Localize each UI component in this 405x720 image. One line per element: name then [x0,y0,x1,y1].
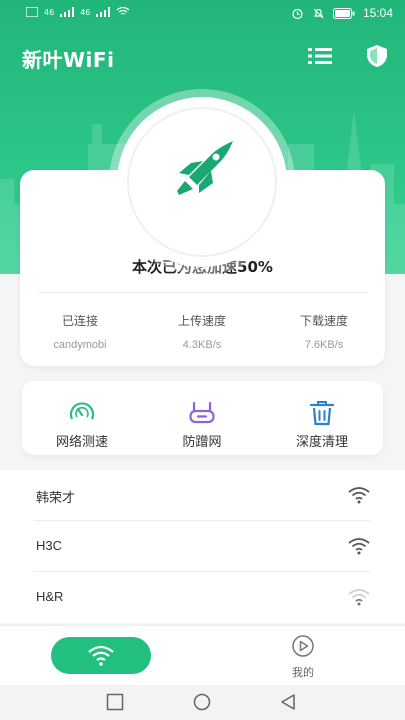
stat-connected: 已连接 candymobi [20,312,140,351]
tool-label: 网络测速 [55,435,108,450]
app-title: 新叶WiFi [22,48,115,72]
shield-icon[interactable] [364,43,390,69]
system-navigation-bar [0,685,405,720]
tool-label: 深度清理 [295,435,348,450]
tool-label: 防蹭网 [182,435,222,450]
tools-card: 网络测速 防蹭网 深度清理 [22,381,383,455]
card-divider [38,292,367,293]
stat-label: 上传速度 [177,314,226,328]
tab-wifi[interactable] [51,637,151,674]
signal-bars-icon [60,7,75,17]
boost-button[interactable] [117,97,287,267]
stat-value: 7.6KB/s [304,339,344,351]
home-icon[interactable] [192,693,212,711]
wifi-network-list: 韩荣才 H3C H&R [0,470,405,623]
tool-anti-leech[interactable]: 防蹭网 [142,381,262,455]
wifi-signal-strong-icon [348,487,370,504]
stat-label: 已连接 [61,314,98,328]
signal-label-1: 46 [44,7,55,17]
battery-icon [332,7,355,19]
speedometer-icon [69,402,95,420]
hd-icon [26,7,38,17]
router-icon [189,401,215,424]
signal-bars-icon [96,7,111,17]
wifi-signal-weak-icon [348,589,370,606]
bottom-navigation: 我的 [0,625,405,685]
status-bar: 46 46 15:04 [0,0,405,28]
stat-value: 4.3KB/s [182,339,222,351]
trash-icon [309,401,335,426]
signal-label-2: 46 [80,7,91,17]
tab-mine[interactable]: 我的 [273,632,333,682]
stat-label: 下载速度 [299,314,348,328]
clock: 15:04 [362,6,393,20]
signal-indicators: 46 46 [26,7,130,17]
alarm-icon [292,8,303,19]
tool-speed-test[interactable]: 网络测速 [22,381,142,455]
wifi-network-name: 韩荣才 [36,490,76,505]
recent-apps-icon[interactable] [105,693,125,711]
stat-download-speed: 下载速度 7.6KB/s [264,312,384,351]
stat-upload-speed: 上传速度 4.3KB/s [142,312,262,351]
wifi-icon [88,645,114,666]
wifi-status-icon [116,7,130,15]
tool-deep-clean[interactable]: 深度清理 [262,381,382,455]
rocket-icon [177,141,233,195]
wifi-network-name: H&R [36,589,64,604]
back-icon[interactable] [278,693,298,711]
wifi-network-name: H3C [36,538,63,553]
play-circle-icon [292,635,314,657]
wifi-network-item[interactable]: 韩荣才 [34,470,371,521]
wifi-network-item[interactable]: H&R [34,572,371,623]
wifi-signal-strong-icon [348,538,370,555]
wifi-network-item[interactable]: H3C [34,521,371,572]
stat-value: candymobi [53,339,107,351]
status-right: 15:04 [291,6,393,20]
mute-icon [313,8,324,18]
list-menu-icon[interactable] [306,44,334,68]
tab-mine-label: 我的 [292,666,314,679]
